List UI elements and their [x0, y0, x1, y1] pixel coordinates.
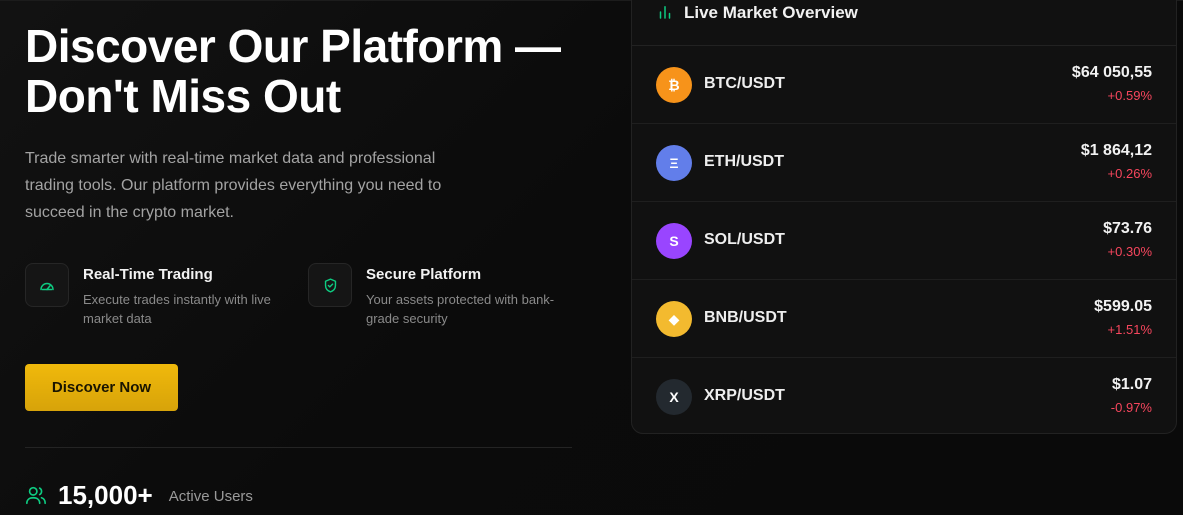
price-value: $599.05: [1094, 298, 1152, 315]
price-change: +1.51%: [1107, 322, 1152, 337]
feature-title: Secure Platform: [366, 266, 482, 283]
feature-description: Execute trades instantly with live marke…: [83, 292, 271, 326]
price-value: $1 864,12: [1080, 142, 1152, 159]
divider: [25, 447, 572, 448]
market-row-sol[interactable]: S SOL/USDT $73.76 +0.30%: [632, 202, 1176, 280]
active-users-stat: 15,000+ Active Users: [25, 477, 253, 513]
price-change: -0.97%: [1110, 400, 1152, 415]
bitcoin-icon: ₿: [656, 67, 692, 103]
stat-label: Active Users: [168, 487, 253, 505]
price-change: +0.30%: [1107, 244, 1152, 259]
stat-value: 15,000+: [58, 479, 153, 510]
page: Discover Our Platform — Don't Miss Out T…: [0, 0, 1183, 515]
market-row-btc[interactable]: ₿ BTC/USDT $64 050,55 +0.59%: [632, 46, 1176, 124]
users-icon: [26, 486, 46, 505]
speedometer-icon: [25, 263, 69, 307]
feature-secure-platform: Secure Platform Your assets protected wi…: [308, 263, 578, 333]
market-overview-card: Live Market Overview ₿ BTC/USDT $64 050,…: [631, 0, 1177, 434]
feature-description: Your assets protected with bank-grade se…: [366, 292, 555, 326]
xrp-icon: X: [656, 379, 692, 415]
ethereum-icon: Ξ: [656, 145, 692, 181]
feature-title: Real-Time Trading: [83, 266, 213, 283]
price-value: $64 050,55: [1071, 64, 1152, 81]
market-row-xrp[interactable]: X XRP/USDT $1.07 -0.97%: [632, 358, 1176, 436]
feature-real-time-trading: Real-Time Trading Execute trades instant…: [25, 263, 295, 333]
market-row-eth[interactable]: Ξ ETH/USDT $1 864,12 +0.26%: [632, 124, 1176, 202]
card-header: Live Market Overview: [632, 0, 1176, 46]
pair-label: SOL/USDT: [704, 231, 785, 248]
hero-title: Discover Our Platform — Don't Miss Out: [25, 20, 561, 122]
pair-label: BNB/USDT: [704, 309, 787, 326]
card-title: Live Market Overview: [684, 3, 858, 22]
pair-label: BTC/USDT: [704, 75, 785, 92]
price-value: $1.07: [1111, 376, 1152, 393]
bar-chart-icon: [659, 6, 671, 19]
price-change: +0.59%: [1107, 88, 1152, 103]
pair-label: ETH/USDT: [704, 153, 784, 170]
bnb-icon: ◆: [656, 301, 692, 337]
solana-icon: S: [656, 223, 692, 259]
price-value: $73.76: [1103, 220, 1152, 237]
hero-description: Trade smarter with real-time market data…: [25, 150, 442, 221]
shield-check-icon: [308, 263, 352, 307]
price-change: +0.26%: [1107, 166, 1152, 181]
pair-label: XRP/USDT: [704, 387, 785, 404]
discover-now-button[interactable]: Discover Now: [25, 364, 178, 411]
market-row-bnb[interactable]: ◆ BNB/USDT $599.05 +1.51%: [632, 280, 1176, 358]
